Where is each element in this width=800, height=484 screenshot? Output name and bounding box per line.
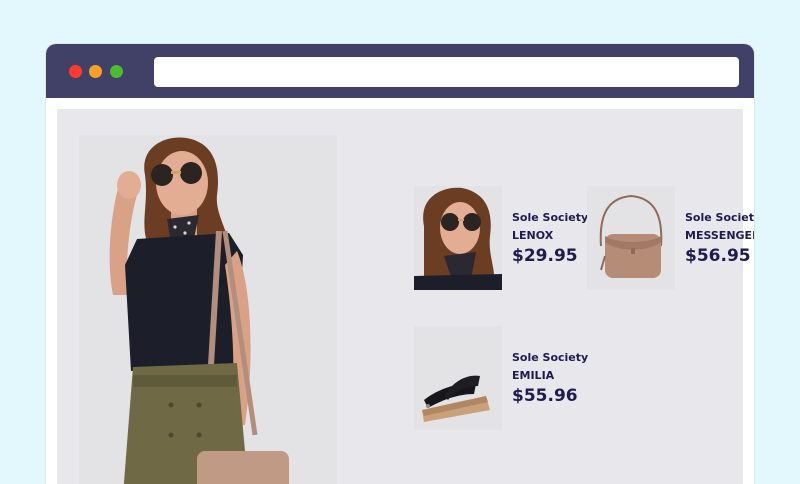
product-image[interactable] [587, 186, 675, 290]
product-price: $29.95 [512, 246, 578, 266]
sunglasses-model-thumbnail [414, 187, 502, 290]
product-brand: Sole Society [685, 211, 754, 224]
black-wedge-sandal-thumbnail [422, 375, 490, 422]
product-image[interactable] [414, 186, 502, 290]
product-image[interactable] [414, 326, 502, 430]
product-price: $56.95 [685, 246, 751, 266]
product-name: EMILIA [512, 369, 555, 382]
hero-image [79, 135, 337, 484]
tan-crossbody-bag-thumbnail [599, 194, 663, 278]
product-name: LENOX [512, 229, 554, 242]
browser-window: Sole Society LENOX $29.95 Sole Society M… [46, 44, 754, 484]
model-photo-illustration [109, 137, 289, 484]
product-brand: Sole Society [512, 351, 589, 364]
product-name: MESSENGER [685, 229, 754, 242]
page-content: Sole Society LENOX $29.95 Sole Society M… [57, 109, 754, 484]
product-card[interactable]: Sole Society LENOX $29.95 [414, 186, 594, 290]
product-price: $55.96 [512, 386, 578, 406]
minimize-window-button[interactable] [89, 65, 102, 78]
maximize-window-button[interactable] [110, 65, 123, 78]
product-card[interactable]: Sole Society MESSENGER $56.95 [587, 186, 754, 290]
address-bar[interactable] [154, 57, 739, 87]
browser-title-bar [46, 44, 754, 98]
product-brand: Sole Society [512, 211, 589, 224]
close-window-button[interactable] [69, 65, 82, 78]
product-card[interactable]: Sole Society EMILIA $55.96 [414, 326, 594, 430]
